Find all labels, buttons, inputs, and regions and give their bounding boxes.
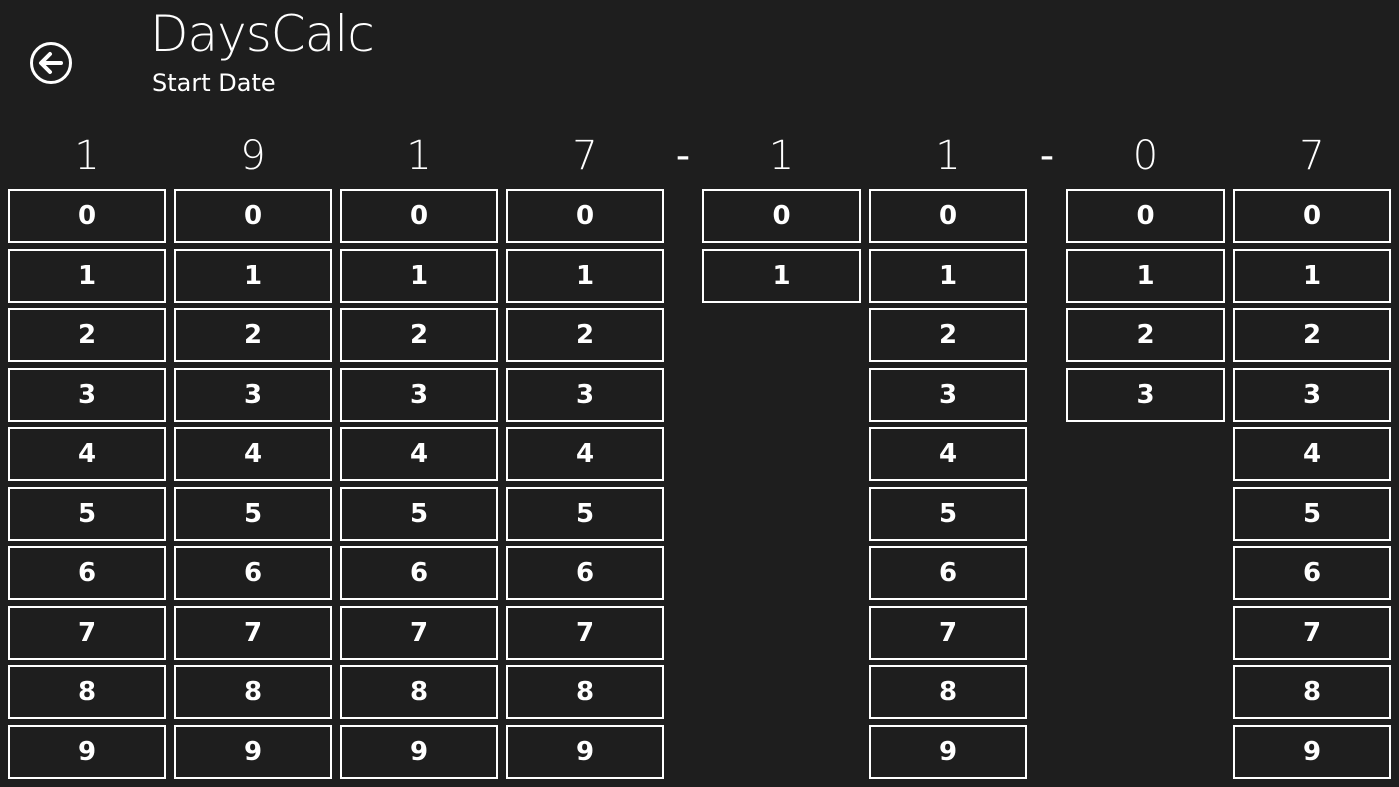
digit-option-button[interactable]: 5 xyxy=(8,486,166,541)
digit-option-button[interactable]: 9 xyxy=(174,724,332,779)
digit-option-button[interactable]: 3 xyxy=(8,367,166,422)
digit-option-button[interactable]: 4 xyxy=(340,427,498,481)
digit-option-button[interactable]: 1 xyxy=(340,248,498,303)
year-digit-4-display: 7 xyxy=(572,133,598,179)
month-digit-1-picker: 01 xyxy=(702,189,861,308)
back-button[interactable] xyxy=(28,40,74,86)
day-digit-2-display: 7 xyxy=(1299,133,1325,179)
digit-option-button[interactable]: 0 xyxy=(1233,189,1391,243)
day-digit-2-picker: 0123456789 xyxy=(1233,189,1391,784)
digit-option-button[interactable]: 0 xyxy=(1066,189,1225,243)
month-digit-2-picker: 0123456789 xyxy=(869,189,1027,784)
digit-option-button[interactable]: 9 xyxy=(869,724,1027,779)
digit-option-button[interactable]: 6 xyxy=(506,546,664,600)
digit-option-button[interactable]: 5 xyxy=(340,486,498,541)
back-arrow-icon xyxy=(30,42,72,84)
digit-option-button[interactable]: 8 xyxy=(8,665,166,719)
digit-option-button[interactable]: 6 xyxy=(174,546,332,600)
digit-option-button[interactable]: 8 xyxy=(869,665,1027,719)
digit-option-button[interactable]: 9 xyxy=(1233,724,1391,779)
digit-option-button[interactable]: 7 xyxy=(174,605,332,660)
digit-option-button[interactable]: 7 xyxy=(506,605,664,660)
digit-option-button[interactable]: 7 xyxy=(869,605,1027,660)
digit-option-button[interactable]: 3 xyxy=(174,367,332,422)
digit-option-button[interactable]: 2 xyxy=(1066,308,1225,362)
digit-option-button[interactable]: 4 xyxy=(506,427,664,481)
digit-option-button[interactable]: 8 xyxy=(506,665,664,719)
digit-option-button[interactable]: 1 xyxy=(1233,248,1391,303)
digit-option-button[interactable]: 2 xyxy=(506,308,664,362)
digit-option-button[interactable]: 4 xyxy=(8,427,166,481)
digit-option-button[interactable]: 6 xyxy=(8,546,166,600)
year-digit-3-display: 1 xyxy=(406,133,432,179)
date-separator: - xyxy=(1039,133,1055,179)
digit-option-button[interactable]: 5 xyxy=(174,486,332,541)
digit-option-button[interactable]: 7 xyxy=(8,605,166,660)
digit-option-button[interactable]: 8 xyxy=(174,665,332,719)
digit-option-button[interactable]: 5 xyxy=(1233,486,1391,541)
day-digit-1-picker: 0123 xyxy=(1066,189,1225,427)
year-digit-3-picker: 0123456789 xyxy=(340,189,498,784)
digit-option-button[interactable]: 1 xyxy=(1066,248,1225,303)
digit-option-button[interactable]: 5 xyxy=(506,486,664,541)
month-digit-1-display: 1 xyxy=(768,133,795,179)
digit-option-button[interactable]: 7 xyxy=(340,605,498,660)
digit-option-button[interactable]: 2 xyxy=(1233,308,1391,362)
digit-option-button[interactable]: 2 xyxy=(869,308,1027,362)
digit-option-button[interactable]: 0 xyxy=(869,189,1027,243)
digit-option-button[interactable]: 9 xyxy=(8,724,166,779)
digit-option-button[interactable]: 2 xyxy=(8,308,166,362)
year-digit-1-picker: 0123456789 xyxy=(8,189,166,784)
year-digit-4-picker: 0123456789 xyxy=(506,189,664,784)
digit-option-button[interactable]: 4 xyxy=(174,427,332,481)
digit-option-button[interactable]: 1 xyxy=(702,248,861,303)
page-subtitle: Start Date xyxy=(152,69,276,97)
year-digit-1-display: 1 xyxy=(74,133,100,179)
digit-option-button[interactable]: 4 xyxy=(869,427,1027,481)
digit-option-button[interactable]: 0 xyxy=(506,189,664,243)
digit-option-button[interactable]: 3 xyxy=(1233,367,1391,422)
digit-option-button[interactable]: 4 xyxy=(1233,427,1391,481)
app-window: DaysCalc Start Date 1 9 1 7 - 1 1 - 0 7 … xyxy=(0,0,1399,787)
digit-option-button[interactable]: 0 xyxy=(174,189,332,243)
digit-option-button[interactable]: 9 xyxy=(506,724,664,779)
digit-option-button[interactable]: 1 xyxy=(506,248,664,303)
digit-option-button[interactable]: 8 xyxy=(340,665,498,719)
app-title: DaysCalc xyxy=(150,5,375,63)
digit-option-button[interactable]: 1 xyxy=(8,248,166,303)
year-digit-2-display: 9 xyxy=(240,133,266,179)
digit-option-button[interactable]: 8 xyxy=(1233,665,1391,719)
digit-option-button[interactable]: 3 xyxy=(340,367,498,422)
digit-option-button[interactable]: 3 xyxy=(506,367,664,422)
year-digit-2-picker: 0123456789 xyxy=(174,189,332,784)
day-digit-1-display: 0 xyxy=(1132,133,1159,179)
digit-option-button[interactable]: 6 xyxy=(340,546,498,600)
digit-option-button[interactable]: 6 xyxy=(869,546,1027,600)
digit-option-button[interactable]: 0 xyxy=(340,189,498,243)
digit-option-button[interactable]: 0 xyxy=(702,189,861,243)
digit-option-button[interactable]: 1 xyxy=(174,248,332,303)
digit-option-button[interactable]: 9 xyxy=(340,724,498,779)
month-digit-2-display: 1 xyxy=(935,133,961,179)
date-separator: - xyxy=(675,133,691,179)
digit-option-button[interactable]: 6 xyxy=(1233,546,1391,600)
digit-option-button[interactable]: 7 xyxy=(1233,605,1391,660)
digit-option-button[interactable]: 1 xyxy=(869,248,1027,303)
digit-option-button[interactable]: 3 xyxy=(869,367,1027,422)
digit-option-button[interactable]: 2 xyxy=(174,308,332,362)
digit-option-button[interactable]: 5 xyxy=(869,486,1027,541)
digit-option-button[interactable]: 3 xyxy=(1066,367,1225,422)
digit-option-button[interactable]: 2 xyxy=(340,308,498,362)
digit-option-button[interactable]: 0 xyxy=(8,189,166,243)
